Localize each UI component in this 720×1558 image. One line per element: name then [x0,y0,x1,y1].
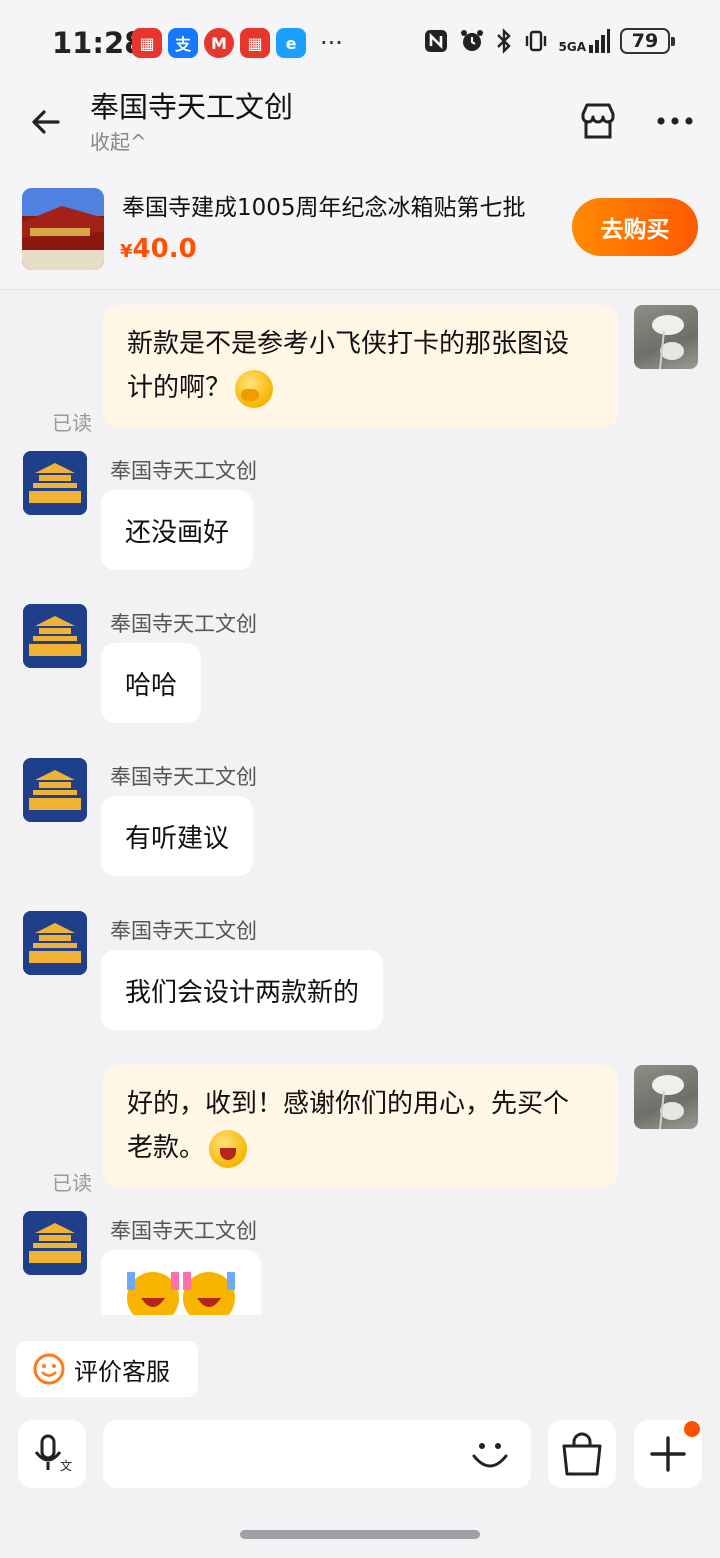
alipay-icon: 支 [168,28,198,58]
signal-indicator: 5GA [558,29,610,54]
flower-photo [652,1075,684,1129]
app-notification-icon: ▦ [132,28,162,58]
message-bubble-incoming[interactable]: 哈哈 [101,643,202,723]
rate-service-button[interactable]: 评价客服 [16,1341,198,1397]
app-notification-icon: ▦ [240,28,270,58]
network-type: 5GA [558,40,587,54]
user-avatar[interactable] [634,305,698,369]
rate-service-label: 评价客服 [74,1358,170,1386]
smile-icon [33,1353,65,1385]
vibrate-icon [525,30,546,52]
notification-icons: ▦ 支 M ▦ e ··· [132,28,343,58]
product-image[interactable] [22,188,104,270]
message-bubble-incoming[interactable]: 我们会设计两款新的 [101,950,384,1030]
product-price: ¥40.0 [120,234,197,264]
shop-avatar[interactable] [23,1211,87,1275]
buy-button[interactable]: 去购买 [572,198,698,256]
read-receipt: 已读 [52,411,92,435]
message-input[interactable] [103,1420,531,1488]
alarm-icon [460,30,483,51]
shopping-bag-button[interactable] [548,1420,616,1488]
product-name[interactable]: 奉国寺建成1005周年纪念冰箱贴第七批 [122,188,526,222]
svg-text:文: 文 [60,1458,72,1473]
store-icon[interactable] [577,100,619,142]
signal-icon [589,29,610,53]
message-bubble-incoming[interactable] [101,1250,261,1315]
system-icons: 5GA 79 [423,28,675,54]
user-avatar[interactable] [634,1065,698,1129]
message-bubble-outgoing[interactable]: 好的，收到！感谢你们的用心，先买个老款。 [103,1065,618,1187]
notification-dot [682,1419,702,1439]
temple-photo [22,188,104,270]
bluetooth-icon [496,28,511,54]
microphone-icon: 文 [34,1434,72,1473]
chat-header: 奉国寺天工文创 收起^ [0,84,720,168]
back-button[interactable] [24,100,68,144]
shop-avatar[interactable] [23,758,87,822]
sender-name: 奉国寺天工文创 [110,1219,257,1243]
hush-emoji-icon [235,369,274,408]
read-receipt: 已读 [52,1171,92,1195]
emoji-button[interactable] [468,1432,512,1476]
cheer-emoji-icon [127,1272,235,1315]
shop-logo-icon [23,604,87,668]
sender-name: 奉国寺天工文创 [110,919,257,943]
shop-logo-icon [23,451,87,515]
message-text: 新款是不是参考小飞侠打卡的那张图设计的啊？ [127,329,570,403]
home-indicator[interactable] [240,1530,480,1539]
status-bar: 11:28 ▦ 支 M ▦ e ··· 5GA 79 [0,0,720,84]
product-card[interactable]: 奉国寺建成1005周年纪念冰箱贴第七批 ¥40.0 去购买 [0,168,720,290]
bag-icon [562,1432,602,1476]
laugh-emoji-icon [209,1129,248,1168]
status-time: 11:28 [52,26,145,60]
sender-name: 奉国寺天工文创 [110,765,257,789]
message-bubble-outgoing[interactable]: 新款是不是参考小飞侠打卡的那张图设计的啊？ [103,305,618,427]
sender-name: 奉国寺天工文创 [110,612,257,636]
shop-avatar[interactable] [23,604,87,668]
flower-photo [652,315,684,369]
battery-indicator: 79 [620,28,675,54]
price-value: 40.0 [132,234,197,264]
eleme-icon: e [276,28,306,58]
shop-logo-icon [23,1211,87,1275]
voice-input-button[interactable]: 文 [18,1420,86,1488]
shop-logo-icon [23,911,87,975]
shop-avatar[interactable] [23,911,87,975]
more-notifications-icon: ··· [320,29,343,57]
more-options-icon[interactable] [652,106,698,136]
nfc-icon [424,30,447,52]
message-text: 好的，收到！感谢你们的用心，先买个老款。 [127,1089,570,1163]
collapse-toggle[interactable]: 收起^ [90,126,147,155]
sender-name: 奉国寺天工文创 [110,459,257,483]
price-currency: ¥ [120,241,133,262]
message-list[interactable]: 新款是不是参考小飞侠打卡的那张图设计的啊？ 已读 奉国寺天工文创 还没画好 奉国… [0,291,720,1315]
message-bubble-incoming[interactable]: 有听建议 [101,796,254,876]
shop-logo-icon [23,758,87,822]
shop-avatar[interactable] [23,451,87,515]
chat-title: 奉国寺天工文创 [90,90,294,124]
metro-icon: M [204,28,234,58]
message-bubble-incoming[interactable]: 还没画好 [101,490,254,570]
